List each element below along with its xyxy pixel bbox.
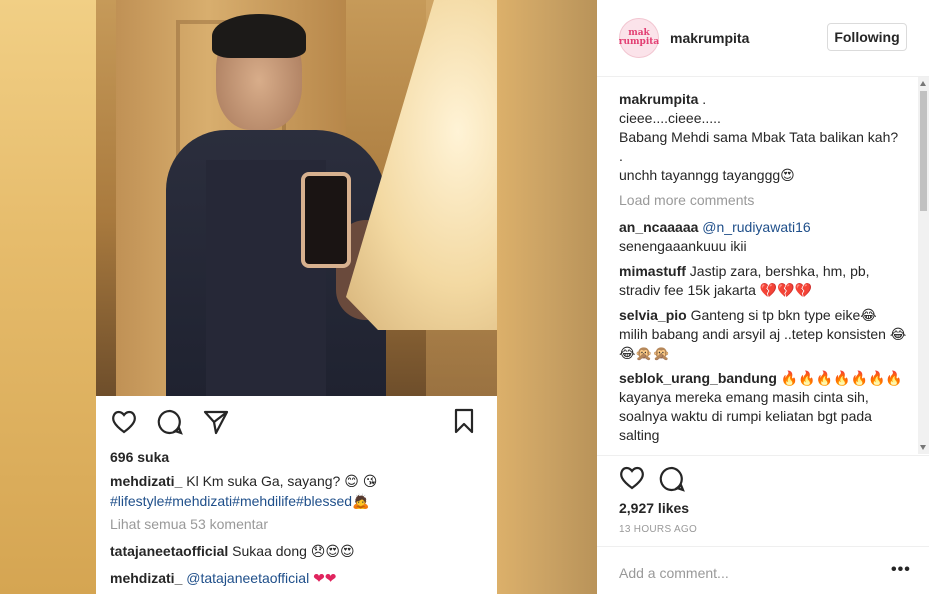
likes-count[interactable]: 2,927 likes <box>619 500 689 516</box>
post-caption: mehdizati_ Kl Km suka Ga, sayang? 😊 😘 #l… <box>110 471 490 511</box>
caption-text: Kl Km suka Ga, sayang? 😊 😘 <box>186 473 378 489</box>
comment-username[interactable]: tatajaneetaofficial <box>110 543 228 559</box>
share-icon[interactable] <box>202 408 230 436</box>
caption-line: cieee....cieee..... <box>619 110 721 126</box>
view-all-comments[interactable]: Lihat semua 53 komentar <box>110 516 268 532</box>
comment-username[interactable]: seblok_urang_bandung <box>619 370 777 386</box>
comment-text: ❤❤ <box>313 570 337 586</box>
bookmark-icon[interactable] <box>453 408 481 436</box>
comment-mention[interactable]: @tatajaneetaofficial <box>186 570 309 586</box>
scroll-down-icon[interactable] <box>920 445 926 450</box>
caption-line: . <box>619 148 623 164</box>
heart-icon[interactable] <box>110 408 138 436</box>
list-item: mimastuff Jastip zara, bershka, hm, pb, … <box>619 262 909 300</box>
avatar[interactable]: mak rumpita <box>619 18 659 58</box>
caption-hashtags[interactable]: #lifestyle#mehdizati#mehdilife#blessed🙇 <box>110 493 369 509</box>
list-item: seblok_urang_bandung 🔥🔥🔥🔥🔥🔥🔥 kayanya mer… <box>619 369 909 445</box>
post-likes[interactable]: 696 suka <box>110 449 169 465</box>
following-button[interactable]: Following <box>827 23 907 51</box>
comment-username[interactable]: selvia_pio <box>619 307 687 323</box>
comment-mention[interactable]: @n_rudiyawati16 <box>702 219 810 235</box>
list-item: an_ncaaaaa @n_rudiyawati16 senengaaankuu… <box>619 218 909 256</box>
caption-username[interactable]: makrumpita <box>619 91 698 107</box>
comment-username[interactable]: mehdizati_ <box>110 570 182 586</box>
comment-username[interactable]: mimastuff <box>619 263 686 279</box>
post-timestamp[interactable]: 13 HOURS AGO <box>619 524 697 535</box>
comments-scrollbar[interactable] <box>918 77 929 454</box>
more-icon[interactable]: ••• <box>891 561 911 579</box>
background-gap <box>497 0 597 594</box>
profile-username[interactable]: makrumpita <box>670 30 749 46</box>
caption-line: unchh tayanngg tayanggg😍 <box>619 167 795 183</box>
scroll-up-icon[interactable] <box>920 81 926 86</box>
caption-block: makrumpita . cieee....cieee..... Babang … <box>619 90 909 185</box>
panel-header: mak rumpita makrumpita Following <box>597 0 929 77</box>
post-actions <box>110 408 230 436</box>
avatar-label: mak rumpita <box>618 28 660 47</box>
list-item: selvia_pio Ganteng si tp bkn type eike😂 … <box>619 306 909 363</box>
heart-icon[interactable] <box>619 466 647 494</box>
caption-line: . <box>702 91 707 107</box>
post-detail-panel: mak rumpita makrumpita Following makrump… <box>597 0 929 594</box>
post-image[interactable]: 696 suka mehdizati_ Kl Km suka Ga, sayan… <box>96 0 497 594</box>
load-more-comments[interactable]: Load more comments <box>619 191 909 210</box>
comments-list: makrumpita . cieee....cieee..... Babang … <box>619 90 909 452</box>
comment-username[interactable]: an_ncaaaaa <box>619 219 698 235</box>
scroll-thumb[interactable] <box>920 91 927 211</box>
comment-icon[interactable] <box>659 466 687 494</box>
selfie-photo <box>96 0 497 396</box>
comment-text: senengaaankuuu ikii <box>619 238 747 254</box>
post-comment: tatajaneetaofficial Sukaa dong 😞😍😍 <box>110 543 355 560</box>
add-comment-field[interactable]: Add a comment... ••• <box>597 546 929 594</box>
post-comment: mehdizati_ @tatajaneetaofficial ❤❤ <box>110 570 337 587</box>
comment-input[interactable]: Add a comment... <box>619 565 729 581</box>
caption-line: Babang Mehdi sama Mbak Tata balikan kah? <box>619 129 899 145</box>
background-left <box>0 0 96 594</box>
comment-text: Sukaa dong 😞😍😍 <box>232 543 355 559</box>
caption-username[interactable]: mehdizati_ <box>110 473 182 489</box>
comment-icon[interactable] <box>156 408 184 436</box>
panel-actions: 2,927 likes 13 HOURS AGO <box>597 455 929 545</box>
